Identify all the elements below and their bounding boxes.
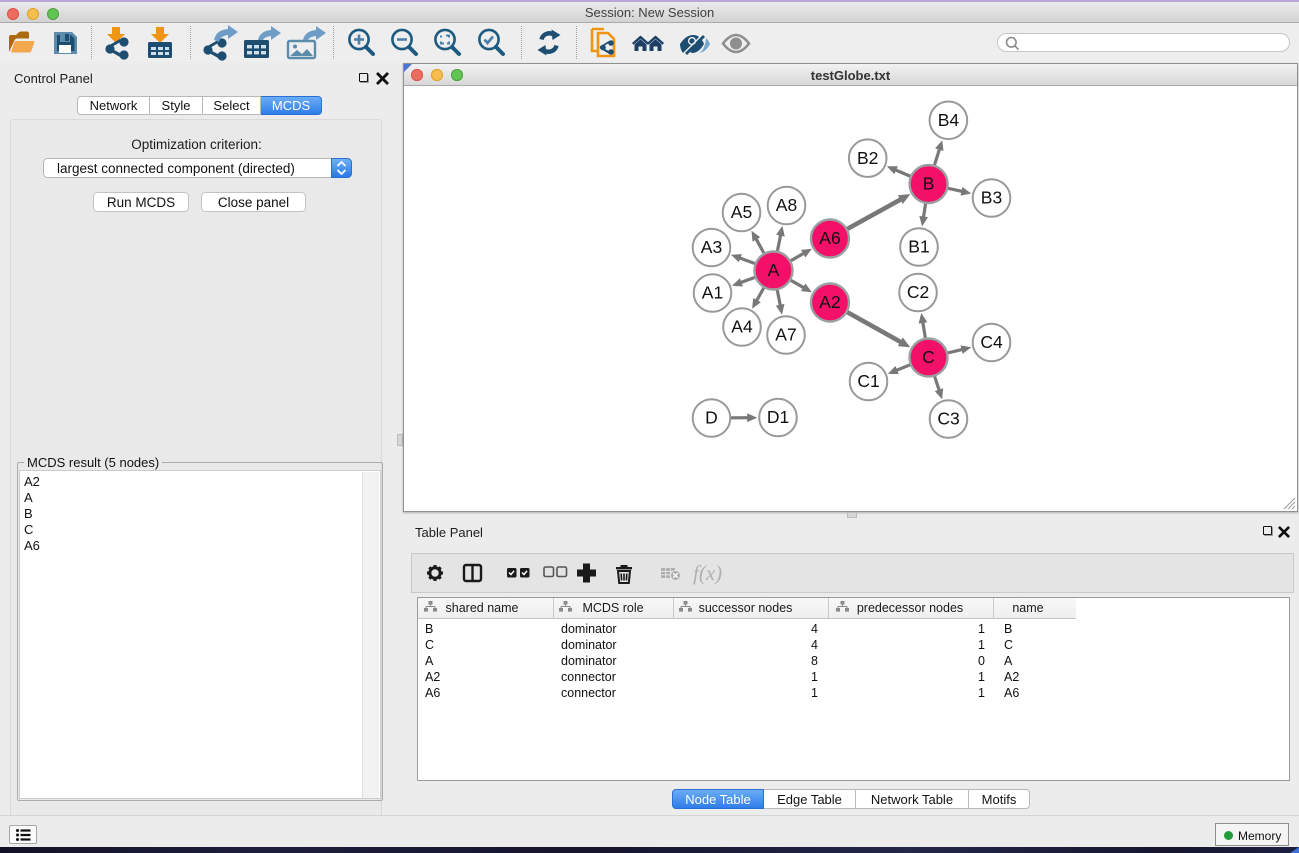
svg-text:B4: B4: [938, 110, 960, 130]
svg-text:D1: D1: [767, 407, 789, 427]
svg-text:A2: A2: [819, 292, 840, 312]
svg-text:C1: C1: [857, 371, 879, 391]
svg-text:A1: A1: [702, 283, 723, 303]
svg-text:A8: A8: [776, 195, 797, 215]
svg-text:B2: B2: [857, 148, 878, 168]
svg-text:A: A: [768, 260, 780, 280]
svg-text:A6: A6: [819, 228, 840, 248]
svg-text:C2: C2: [907, 282, 929, 302]
svg-text:C4: C4: [980, 332, 1003, 352]
svg-text:D: D: [705, 408, 718, 428]
svg-text:f(x): f(x): [693, 561, 722, 585]
svg-text:B: B: [923, 174, 935, 194]
svg-text:A5: A5: [731, 202, 752, 222]
svg-text:B1: B1: [908, 237, 929, 257]
svg-text:A3: A3: [701, 237, 722, 257]
svg-text:B3: B3: [981, 188, 1002, 208]
svg-text:C: C: [922, 347, 935, 367]
svg-text:A7: A7: [775, 325, 796, 345]
svg-text:C3: C3: [937, 409, 959, 429]
svg-text:A4: A4: [731, 317, 753, 337]
